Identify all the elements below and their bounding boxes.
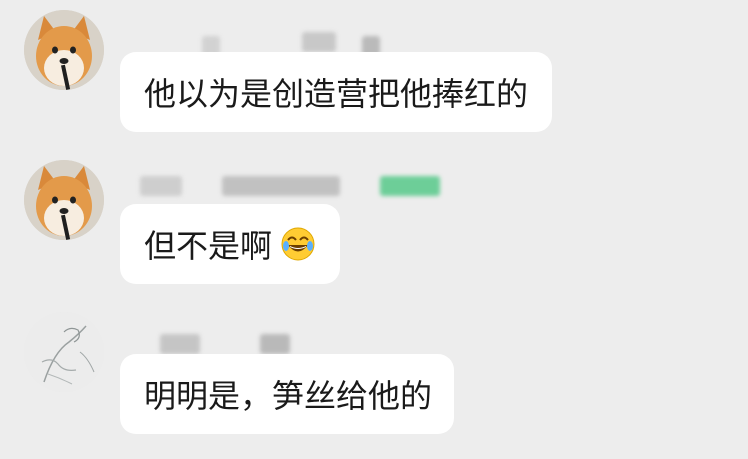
shiba-dog-icon [24, 10, 104, 90]
message-text-1: 他以为是创造营把他捧红的 [144, 75, 529, 113]
message-bubble-3[interactable]: 明明是，笋丝给他的 [120, 354, 454, 434]
nickname-redacted [120, 172, 450, 198]
shiba-dog-avatar[interactable] [24, 160, 104, 240]
tears-of-joy-emoji-icon [281, 227, 315, 261]
shiba-dog-icon [24, 160, 104, 240]
nickname-redacted [120, 330, 320, 356]
message-bubble-1[interactable]: 他以为是创造营把他捧红的 [120, 52, 552, 132]
message-text-3: 明明是，笋丝给他的 [144, 377, 433, 415]
sketch-figure-icon [24, 312, 104, 392]
nickname-redacted [120, 28, 400, 56]
shiba-dog-avatar[interactable] [24, 10, 104, 90]
message-bubble-2[interactable]: 但不是啊 [120, 204, 340, 284]
message-text-2: 但不是啊 [144, 227, 273, 265]
sketch-figure-avatar[interactable] [24, 312, 104, 392]
